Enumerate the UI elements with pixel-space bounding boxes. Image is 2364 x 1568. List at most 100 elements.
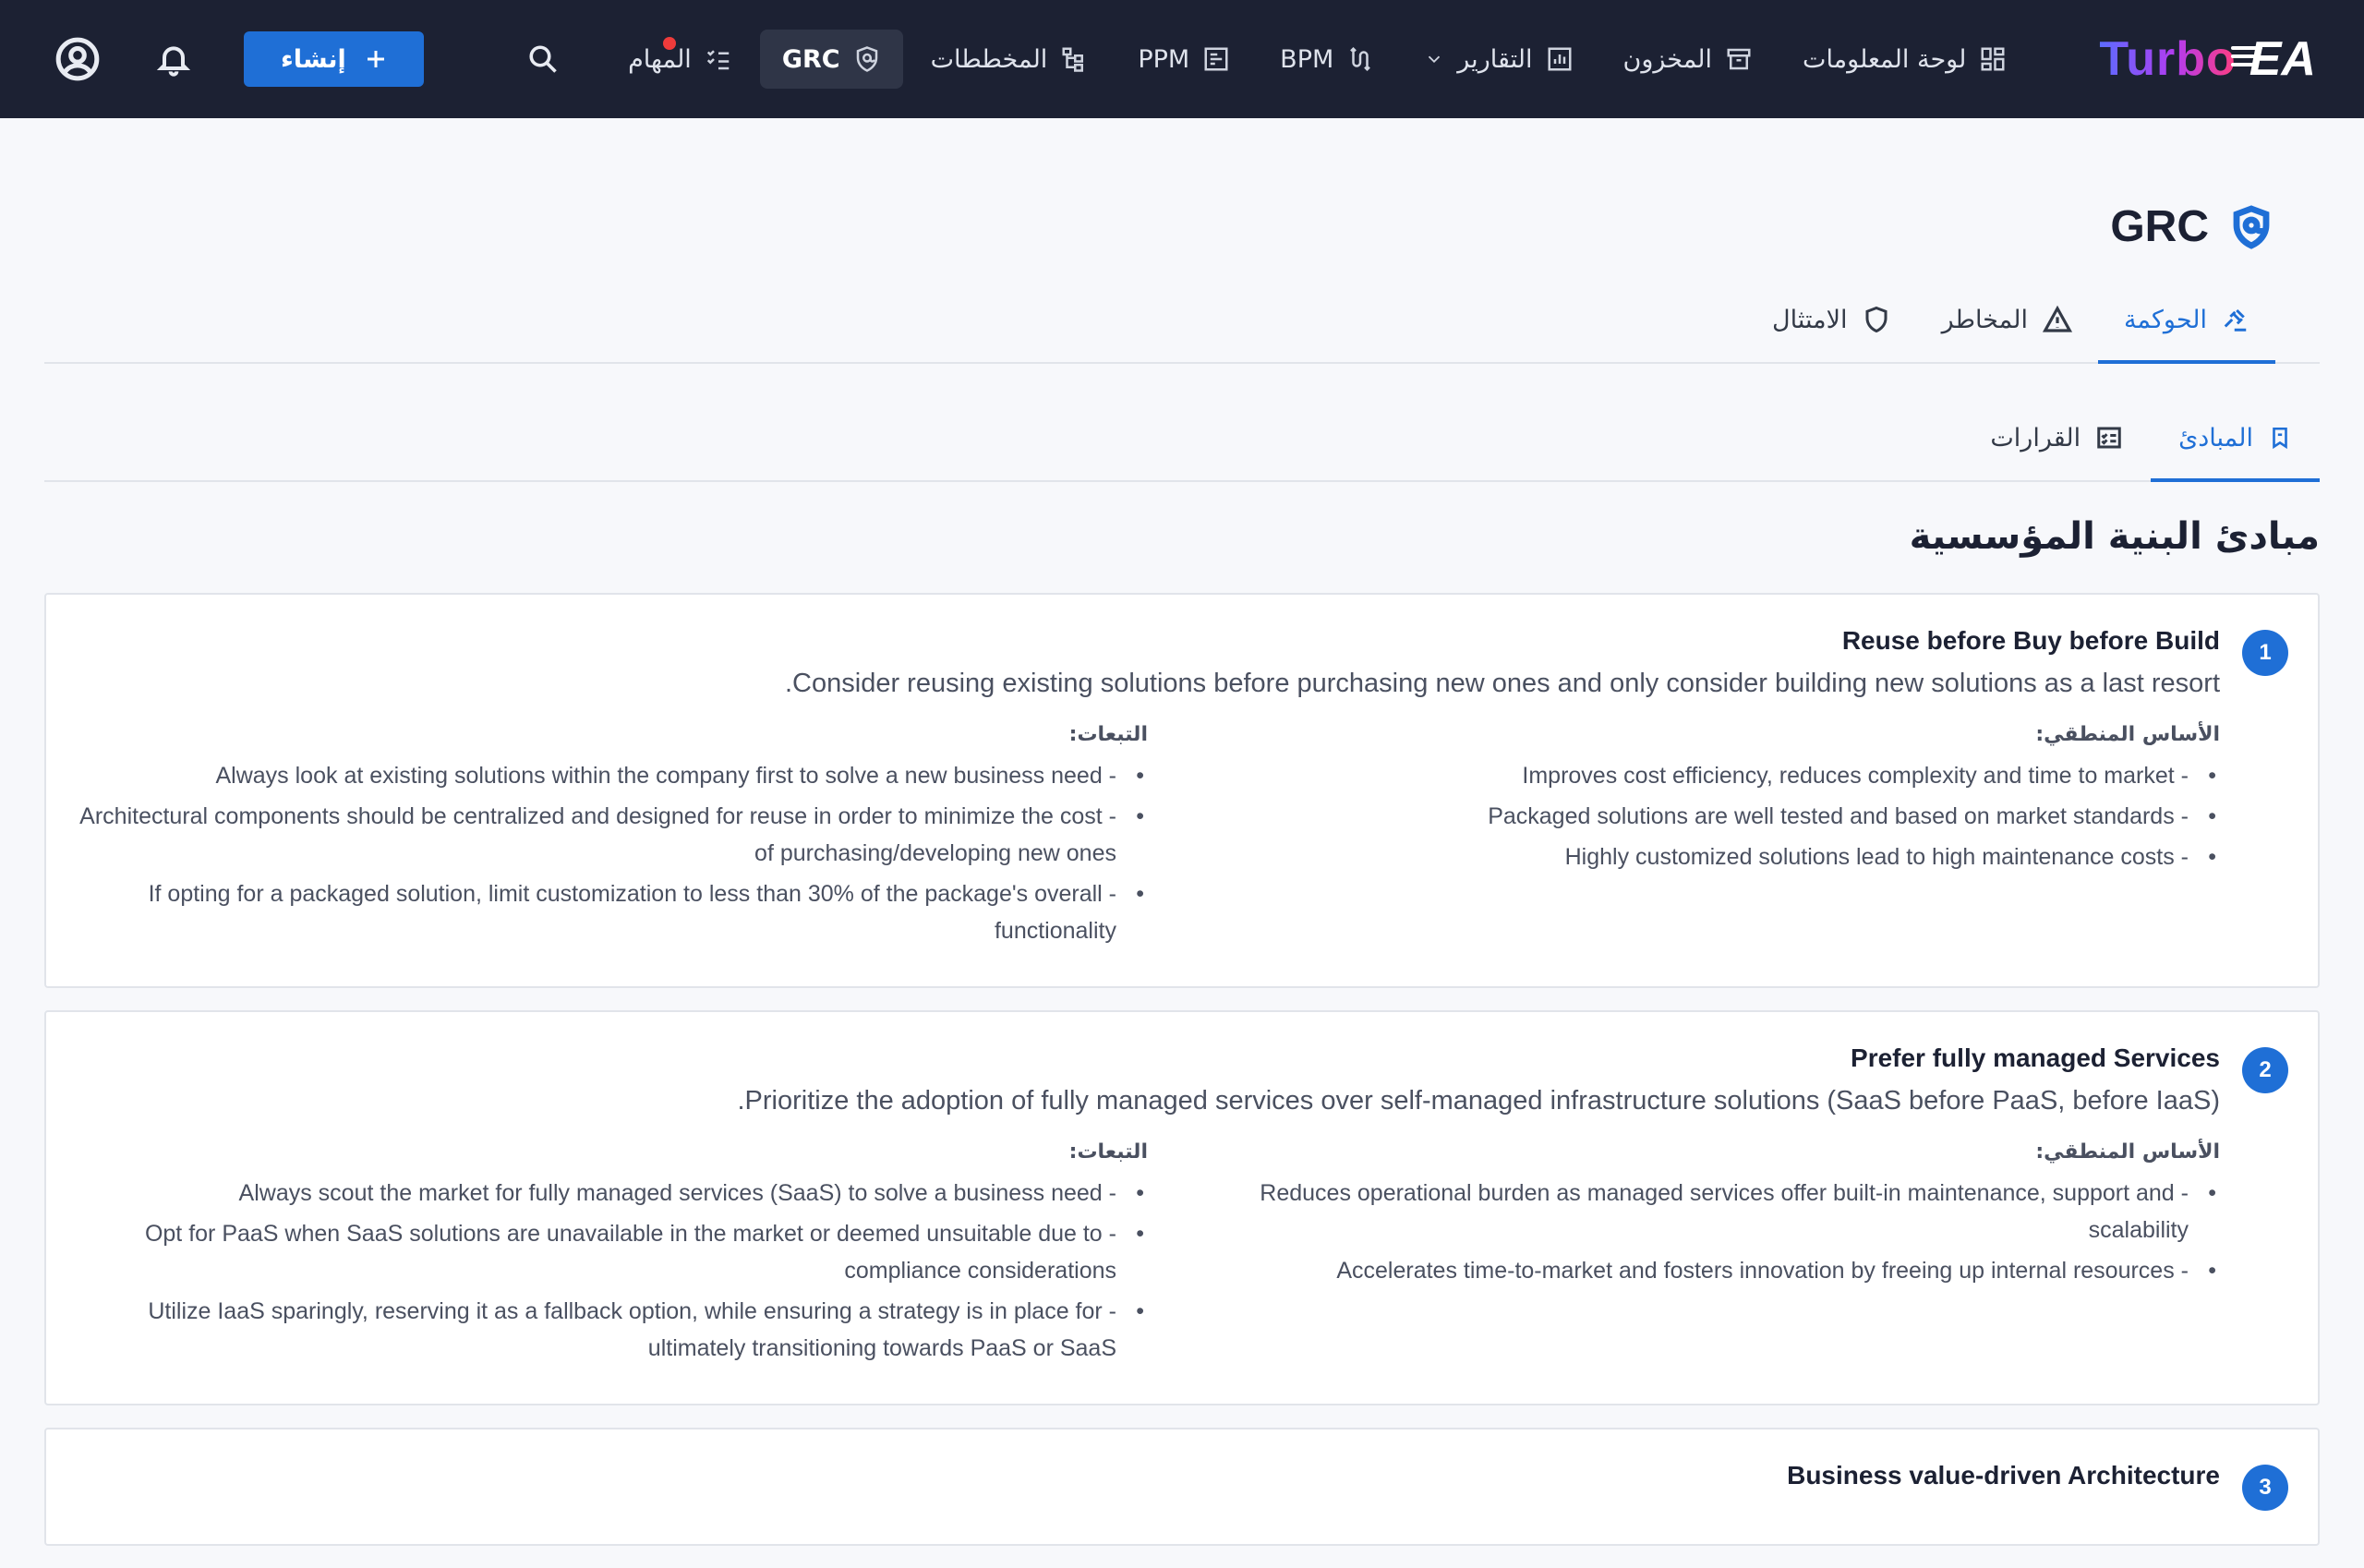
tab-compliance[interactable]: الامتثال [1746, 277, 1916, 362]
list-item: - Architectural components should be cen… [76, 798, 1144, 872]
nav-item-tasks[interactable]: المهام [606, 30, 754, 89]
bar-chart-icon [1548, 47, 1571, 71]
nav-item-reports[interactable]: التقارير [1402, 30, 1595, 89]
list-item: - If opting for a packaged solution, lim… [76, 875, 1144, 949]
top-navigation-bar: Turbo EA لوحة المعلومات المخزون التقارير… [0, 0, 2364, 118]
principle-card[interactable]: 2 Prefer fully managed Services Prioriti… [44, 1010, 2320, 1405]
principle-columns: الأساس المنطقي: - Reduces operational bu… [76, 1140, 2220, 1370]
list-item: - Packaged solutions are well tested and… [1185, 798, 2216, 835]
shield-icon [856, 46, 877, 72]
diagram-icon [1062, 47, 1084, 72]
list-item: - Opt for PaaS when SaaS solutions are u… [76, 1215, 1144, 1289]
gavel-icon [2224, 308, 2247, 332]
checklist-icon [706, 50, 730, 70]
tab-label: المخاطر [1941, 305, 2028, 334]
tab-label: الحوكمة [2123, 305, 2207, 334]
archive-icon [1727, 48, 1751, 70]
principle-number-badge: 1 [2242, 630, 2288, 676]
search-icon [529, 45, 557, 73]
principle-body: Reuse before Buy before Build Consider r… [76, 626, 2220, 953]
principle-columns: الأساس المنطقي: - Improves cost efficien… [76, 723, 2220, 953]
implications-label: التبعات: [1068, 1140, 1148, 1164]
nav-item-label: PPM [1138, 44, 1190, 74]
principle-header: 1 Reuse before Buy before Build Consider… [76, 626, 2288, 953]
account-circle-icon [55, 37, 100, 81]
user-menu-button[interactable] [48, 30, 107, 89]
principle-title: Reuse before Buy before Build [1841, 626, 2220, 655]
logo-primary: Turbo [2099, 32, 2237, 86]
implications-label: التبعات: [1068, 723, 1148, 746]
bookmark-icon [2273, 427, 2287, 450]
grc-tabs: الحوكمة المخاطر الامتثال [44, 277, 2320, 364]
chevron-down-icon [1429, 55, 1441, 64]
tab-governance[interactable]: الحوكمة [2097, 277, 2276, 364]
principle-description: Consider reusing existing solutions befo… [784, 669, 2220, 698]
principle-body: Prefer fully managed Services Prioritize… [76, 1043, 2220, 1370]
nav-item-bpm[interactable]: BPM [1258, 30, 1396, 89]
principle-body: Business value-driven Architecture [76, 1461, 2220, 1490]
implications-list: - Always look at existing solutions with… [76, 757, 1148, 949]
notifications-button[interactable] [144, 30, 203, 89]
nav-item-label: GRC [781, 44, 840, 74]
governance-subtabs: المبادئ القرارات [44, 395, 2320, 482]
rationale-label: الأساس المنطقي: [2035, 1140, 2220, 1164]
list-item: - Utilize IaaS sparingly, reserving it a… [76, 1293, 1144, 1367]
tab-label: الامتثال [1772, 305, 1848, 334]
principle-card[interactable]: 3 Business value-driven Architecture [44, 1428, 2320, 1546]
principle-card[interactable]: 1 Reuse before Buy before Build Consider… [44, 593, 2320, 988]
list-item: - Improves cost efficiency, reduces comp… [1185, 757, 2216, 794]
app-logo[interactable]: Turbo EA [2099, 31, 2316, 87]
plus-icon [367, 51, 384, 67]
tab-label: القرارات [1990, 423, 2081, 452]
implications-list: - Always scout the market for fully mana… [76, 1175, 1148, 1367]
list-item: - Highly customized solutions lead to hi… [1185, 838, 2216, 875]
rationale-column: الأساس المنطقي: - Improves cost efficien… [1148, 723, 2220, 953]
principle-header: 3 Business value-driven Architecture [76, 1461, 2288, 1511]
list-item: - Always look at existing solutions with… [76, 757, 1144, 794]
page-title: GRC [2110, 201, 2274, 252]
nav-item-diagrams[interactable]: المخططات [909, 30, 1111, 89]
search-button[interactable] [513, 30, 573, 89]
list-item: - Always scout the market for fully mana… [76, 1175, 1144, 1212]
kanban-icon [1204, 47, 1228, 71]
principle-number-badge: 2 [2242, 1047, 2288, 1093]
nav-item-label: المهام [628, 44, 692, 74]
rationale-list: - Improves cost efficiency, reduces comp… [1148, 757, 2220, 875]
route-icon [1350, 46, 1371, 72]
warning-icon [2042, 305, 2072, 332]
checklist-box-icon [2097, 427, 2121, 449]
rationale-column: الأساس المنطقي: - Reduces operational bu… [1148, 1140, 2220, 1370]
implications-column: التبعات: - Always scout the market for f… [76, 1140, 1148, 1370]
implications-column: التبعات: - Always look at existing solut… [76, 723, 1148, 953]
nav-item-grc[interactable]: GRC [759, 30, 903, 89]
nav-item-label: لوحة المعلومات [1803, 44, 1967, 74]
principle-description: Prioritize the adoption of fully managed… [737, 1086, 2220, 1116]
dashboard-icon [1981, 47, 2005, 71]
nav-item-ppm[interactable]: PPM [1116, 30, 1252, 89]
create-button-label: إنشاء [281, 44, 346, 74]
principle-title: Business value-driven Architecture [1787, 1461, 2220, 1490]
page-title-text: GRC [2110, 202, 2209, 251]
tab-risks[interactable]: المخاطر [1916, 277, 2098, 362]
nav-item-dashboard[interactable]: لوحة المعلومات [1780, 30, 2029, 89]
logo-secondary: EA [2230, 31, 2316, 87]
tab-decisions[interactable]: القرارات [1962, 395, 2151, 480]
create-button[interactable]: إنشاء [244, 31, 424, 87]
shield-outline-icon [1865, 306, 1888, 333]
list-item: - Reduces operational burden as managed … [1185, 1175, 2216, 1248]
nav-item-label: BPM [1280, 44, 1334, 74]
nav-item-inventory[interactable]: المخزون [1601, 30, 1776, 89]
nav-item-label: المخططات [930, 44, 1048, 74]
rationale-list: - Reduces operational burden as managed … [1148, 1175, 2220, 1289]
nav-item-label: المخزون [1622, 44, 1713, 74]
principle-number-badge: 3 [2242, 1465, 2288, 1511]
logo-speed-lines-icon [2230, 46, 2262, 71]
notification-dot [663, 37, 677, 50]
main-nav: لوحة المعلومات المخزون التقارير BPM PPM … [606, 30, 2029, 89]
shield-icon [2233, 204, 2270, 249]
principles-list: 1 Reuse before Buy before Build Consider… [44, 593, 2320, 1568]
principle-title: Prefer fully managed Services [1851, 1043, 2220, 1072]
rationale-label: الأساس المنطقي: [2035, 723, 2220, 746]
tab-principles[interactable]: المبادئ [2151, 395, 2320, 482]
list-item: - Accelerates time-to-market and fosters… [1185, 1252, 2216, 1289]
